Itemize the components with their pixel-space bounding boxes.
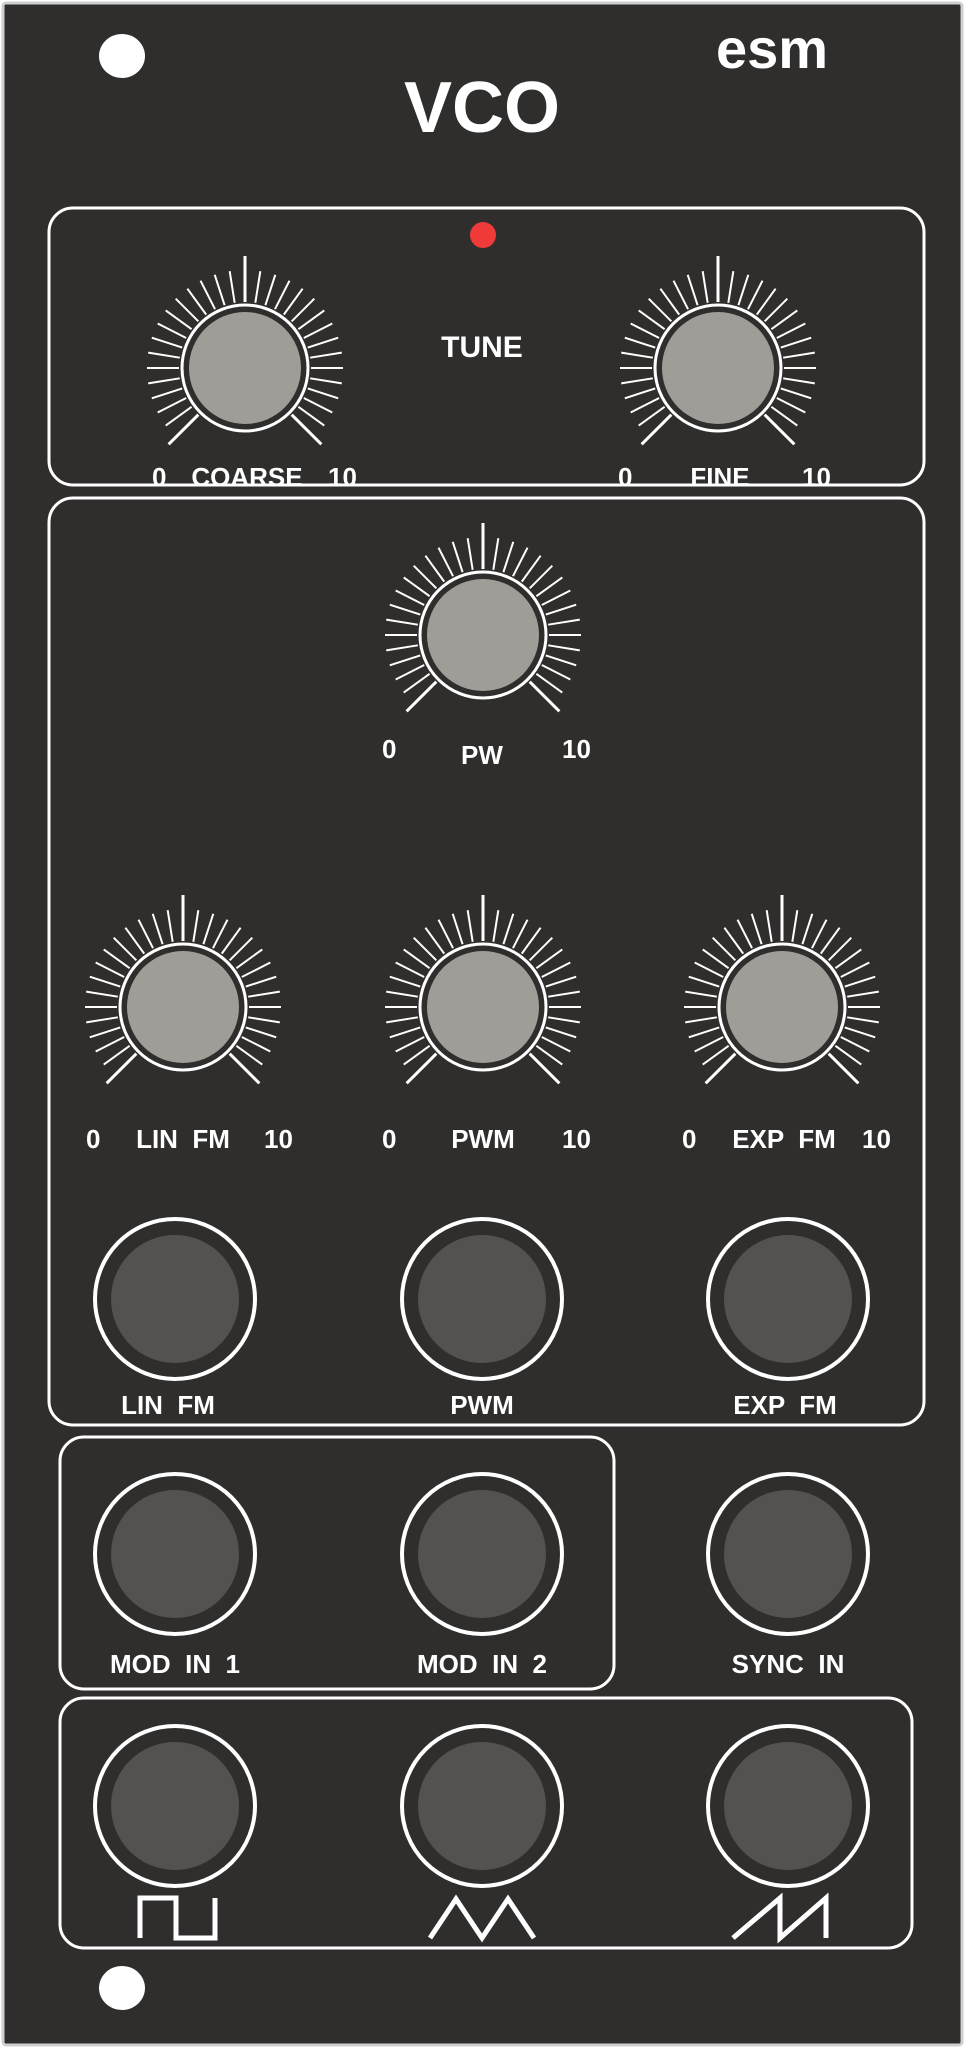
pwm-jack-label: PWM [450,1390,514,1420]
module-title: VCO [404,68,560,148]
fine-min-label: 0 [618,462,632,492]
mod-in-1-label: MOD IN 1 [110,1649,240,1679]
square-out-jack[interactable] [93,1724,257,1888]
pwm-max-label: 10 [562,1124,591,1154]
brand-logo: esm [716,17,828,80]
pw-label: PW [461,740,503,770]
sawtooth-out-jack[interactable] [706,1724,870,1888]
sync-in-label: SYNC IN [732,1649,845,1679]
pwm-knob-label: PWM [451,1124,515,1154]
pwm-jack[interactable] [400,1217,564,1381]
lin-fm-jack-socket[interactable] [111,1235,239,1363]
exp-fm-knob-label: EXP FM [732,1124,836,1154]
mounting-hole-bottom [99,1966,145,2010]
fine-label: FINE [690,462,749,492]
pwm-knob-cap[interactable] [427,951,539,1063]
exp-fm-jack[interactable] [706,1217,870,1381]
triangle-out-jack[interactable] [400,1724,564,1888]
coarse-max-label: 10 [328,462,357,492]
exp-fm-min-label: 0 [682,1124,696,1154]
sync-in-jack-socket[interactable] [724,1490,852,1618]
lin-fm-knob-cap[interactable] [127,951,239,1063]
lin-fm-jack[interactable] [93,1217,257,1381]
lin-fm-jack-label: LIN FM [121,1390,215,1420]
exp-fm-jack-socket[interactable] [724,1235,852,1363]
square-out-jack-socket[interactable] [111,1742,239,1870]
mod-in-1-jack[interactable] [93,1472,257,1636]
vco-module-panel: esm VCO TUNE 0 COARSE 10 0 FINE 10 0 PW … [1,1,964,2047]
mod-in-2-label: MOD IN 2 [417,1649,547,1679]
fine-max-label: 10 [802,462,831,492]
tune-led-indicator [470,222,496,248]
coarse-min-label: 0 [152,462,166,492]
sync-in-jack[interactable] [706,1472,870,1636]
pw-knob-cap[interactable] [427,579,539,691]
tune-label: TUNE [441,331,523,364]
sawtooth-out-jack-socket[interactable] [724,1742,852,1870]
exp-fm-jack-label: EXP FM [733,1390,837,1420]
mod-in-2-jack-socket[interactable] [418,1490,546,1618]
pw-min-label: 0 [382,734,396,764]
exp-fm-max-label: 10 [862,1124,891,1154]
pw-max-label: 10 [562,734,591,764]
pwm-min-label: 0 [382,1124,396,1154]
mod-in-2-jack[interactable] [400,1472,564,1636]
lin-fm-knob-label: LIN FM [136,1124,230,1154]
lin-fm-min-label: 0 [86,1124,100,1154]
pwm-jack-socket[interactable] [418,1235,546,1363]
coarse-knob-cap[interactable] [189,312,301,424]
exp-fm-knob-cap[interactable] [726,951,838,1063]
mounting-hole-top [99,34,145,78]
triangle-out-jack-socket[interactable] [418,1742,546,1870]
mod-in-1-jack-socket[interactable] [111,1490,239,1618]
coarse-label: COARSE [191,462,302,492]
lin-fm-max-label: 10 [264,1124,293,1154]
fine-knob-cap[interactable] [662,312,774,424]
